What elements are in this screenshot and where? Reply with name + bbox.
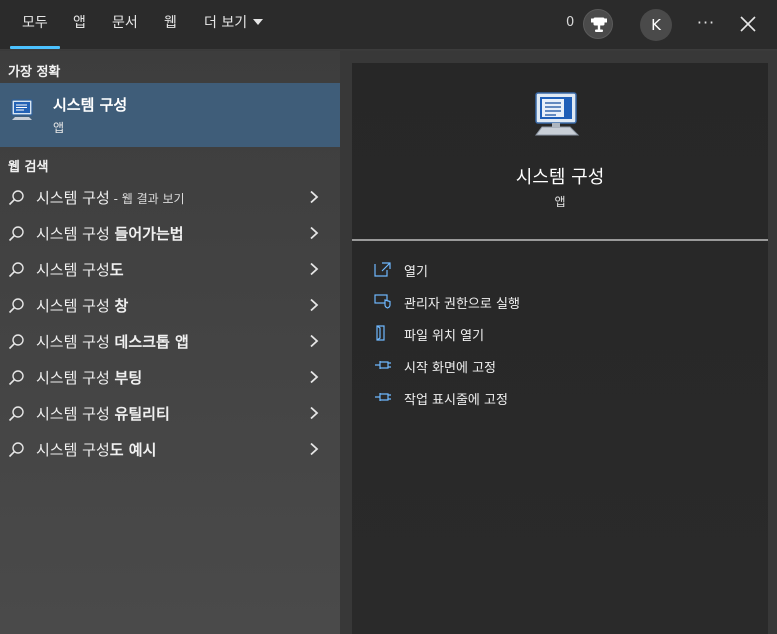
action-label: 작업 표시줄에 고정 <box>404 393 508 408</box>
action-pin-to-start[interactable]: 시작 화면에 고정 <box>374 353 754 379</box>
web-result-item[interactable]: 시스템 구성 부팅 <box>0 359 340 395</box>
tab-documents[interactable]: 문서 <box>112 0 138 50</box>
tab-more[interactable]: 더 보기 <box>204 0 264 50</box>
result-prefix: 시스템 구성 <box>36 369 115 387</box>
more-options-icon[interactable]: ··· <box>693 12 719 36</box>
divider <box>352 239 768 241</box>
web-result-label: 시스템 구성도 <box>36 259 124 280</box>
action-label: 관리자 권한으로 실행 <box>404 297 520 312</box>
web-result-label: 시스템 구성 부팅 <box>36 367 142 388</box>
chevron-right-icon <box>310 298 319 312</box>
web-result-item[interactable]: 시스템 구성 창 <box>0 287 340 323</box>
best-match-name: 시스템 구성 <box>53 96 128 114</box>
tab-web-label: 웹 <box>164 15 177 31</box>
web-result-item[interactable]: 시스템 구성도 예시 <box>0 431 340 467</box>
result-suffix: 창 <box>114 297 129 315</box>
web-search-heading: 웹 검색 <box>8 160 49 175</box>
result-suffix: 들어가는법 <box>114 225 184 243</box>
search-icon <box>8 406 24 422</box>
result-suffix: 도 예시 <box>109 441 157 459</box>
tab-apps-label: 앱 <box>73 15 86 31</box>
web-result-label: 시스템 구성도 예시 <box>36 439 156 460</box>
web-result-item[interactable]: 시스템 구성 들어가는법 <box>0 215 340 251</box>
search-top-bar: 모두 앱 문서 웹 더 보기 0 K ··· <box>0 0 777 50</box>
web-result-label: 시스템 구성 - 웹 결과 보기 <box>36 187 185 208</box>
pin-icon <box>375 361 391 369</box>
web-result-item[interactable]: 시스템 구성도 <box>0 251 340 287</box>
result-prefix: 시스템 구성 <box>36 405 115 423</box>
system-configuration-icon <box>532 89 586 143</box>
web-result-item[interactable]: 시스템 구성 유틸리티 <box>0 395 340 431</box>
search-icon <box>8 262 24 278</box>
search-icon <box>8 370 24 386</box>
search-icon <box>8 442 24 458</box>
tab-all-label: 모두 <box>22 15 48 31</box>
chevron-right-icon <box>310 226 319 240</box>
result-suffix: 유틸리티 <box>114 405 170 423</box>
search-icon <box>8 190 24 206</box>
result-prefix: 시스템 구성 <box>36 225 115 243</box>
chevron-right-icon <box>310 190 319 204</box>
result-prefix: 시스템 구성 <box>36 297 115 315</box>
web-result-label: 시스템 구성 유틸리티 <box>36 403 170 424</box>
chevron-right-icon <box>310 370 319 384</box>
app-type: 앱 <box>554 195 566 209</box>
rewards-points: 0 <box>566 15 575 30</box>
results-panel: 가장 정확 시스템 구성 앱 웹 검색 시스템 구성 - 웹 결과 보기 시스템… <box>0 51 340 634</box>
app-title: 시스템 구성 <box>515 167 605 188</box>
tab-apps[interactable]: 앱 <box>73 0 86 50</box>
action-pin-to-taskbar[interactable]: 작업 표시줄에 고정 <box>374 385 754 411</box>
web-result-item[interactable]: 시스템 구성 데스크톱 앱 <box>0 323 340 359</box>
search-icon <box>8 334 24 350</box>
chevron-right-icon <box>310 442 319 456</box>
preview-panel: 시스템 구성 앱 열기 관리자 권한으로 실행 파일 위치 열기 시작 화면에 … <box>340 51 777 634</box>
result-prefix: 시스템 구성 <box>36 441 110 459</box>
result-suffix: - 웹 결과 보기 <box>109 192 185 206</box>
action-label: 열기 <box>404 265 428 280</box>
close-icon[interactable] <box>737 13 759 35</box>
file-location-icon <box>376 325 385 341</box>
chevron-right-icon <box>310 334 319 348</box>
tab-all[interactable]: 모두 <box>10 0 60 50</box>
action-label: 시작 화면에 고정 <box>404 361 496 376</box>
best-match-item[interactable]: 시스템 구성 앱 <box>0 83 340 147</box>
action-open-file-location[interactable]: 파일 위치 열기 <box>374 321 754 347</box>
chevron-down-icon <box>253 19 264 25</box>
best-match-heading: 가장 정확 <box>8 65 61 80</box>
action-open[interactable]: 열기 <box>374 257 754 283</box>
tab-documents-label: 문서 <box>112 15 138 31</box>
shield-icon <box>374 294 391 309</box>
result-prefix: 시스템 구성 <box>36 261 110 279</box>
result-prefix: 시스템 구성 <box>36 333 115 351</box>
result-suffix: 부팅 <box>114 369 143 387</box>
tab-web[interactable]: 웹 <box>164 0 177 50</box>
web-result-item[interactable]: 시스템 구성 - 웹 결과 보기 <box>0 179 340 215</box>
tab-more-label: 더 보기 <box>204 15 248 31</box>
web-result-label: 시스템 구성 창 <box>36 295 128 316</box>
open-icon <box>374 262 391 277</box>
result-suffix: 도 <box>109 261 124 279</box>
result-prefix: 시스템 구성 <box>36 189 110 207</box>
search-icon <box>8 298 24 314</box>
system-configuration-icon <box>10 97 36 123</box>
rewards-trophy-icon[interactable] <box>583 9 613 39</box>
chevron-right-icon <box>310 406 319 420</box>
action-run-as-admin[interactable]: 관리자 권한으로 실행 <box>374 289 754 315</box>
result-suffix: 데스크톱 앱 <box>114 333 189 351</box>
action-label: 파일 위치 열기 <box>404 329 485 344</box>
search-icon <box>8 226 24 242</box>
best-match-type: 앱 <box>53 121 65 135</box>
app-detail-card: 시스템 구성 앱 열기 관리자 권한으로 실행 파일 위치 열기 시작 화면에 … <box>352 63 768 634</box>
pin-icon <box>375 393 391 401</box>
web-result-label: 시스템 구성 들어가는법 <box>36 223 184 244</box>
chevron-right-icon <box>310 262 319 276</box>
avatar[interactable]: K <box>640 9 672 41</box>
web-result-label: 시스템 구성 데스크톱 앱 <box>36 331 189 352</box>
